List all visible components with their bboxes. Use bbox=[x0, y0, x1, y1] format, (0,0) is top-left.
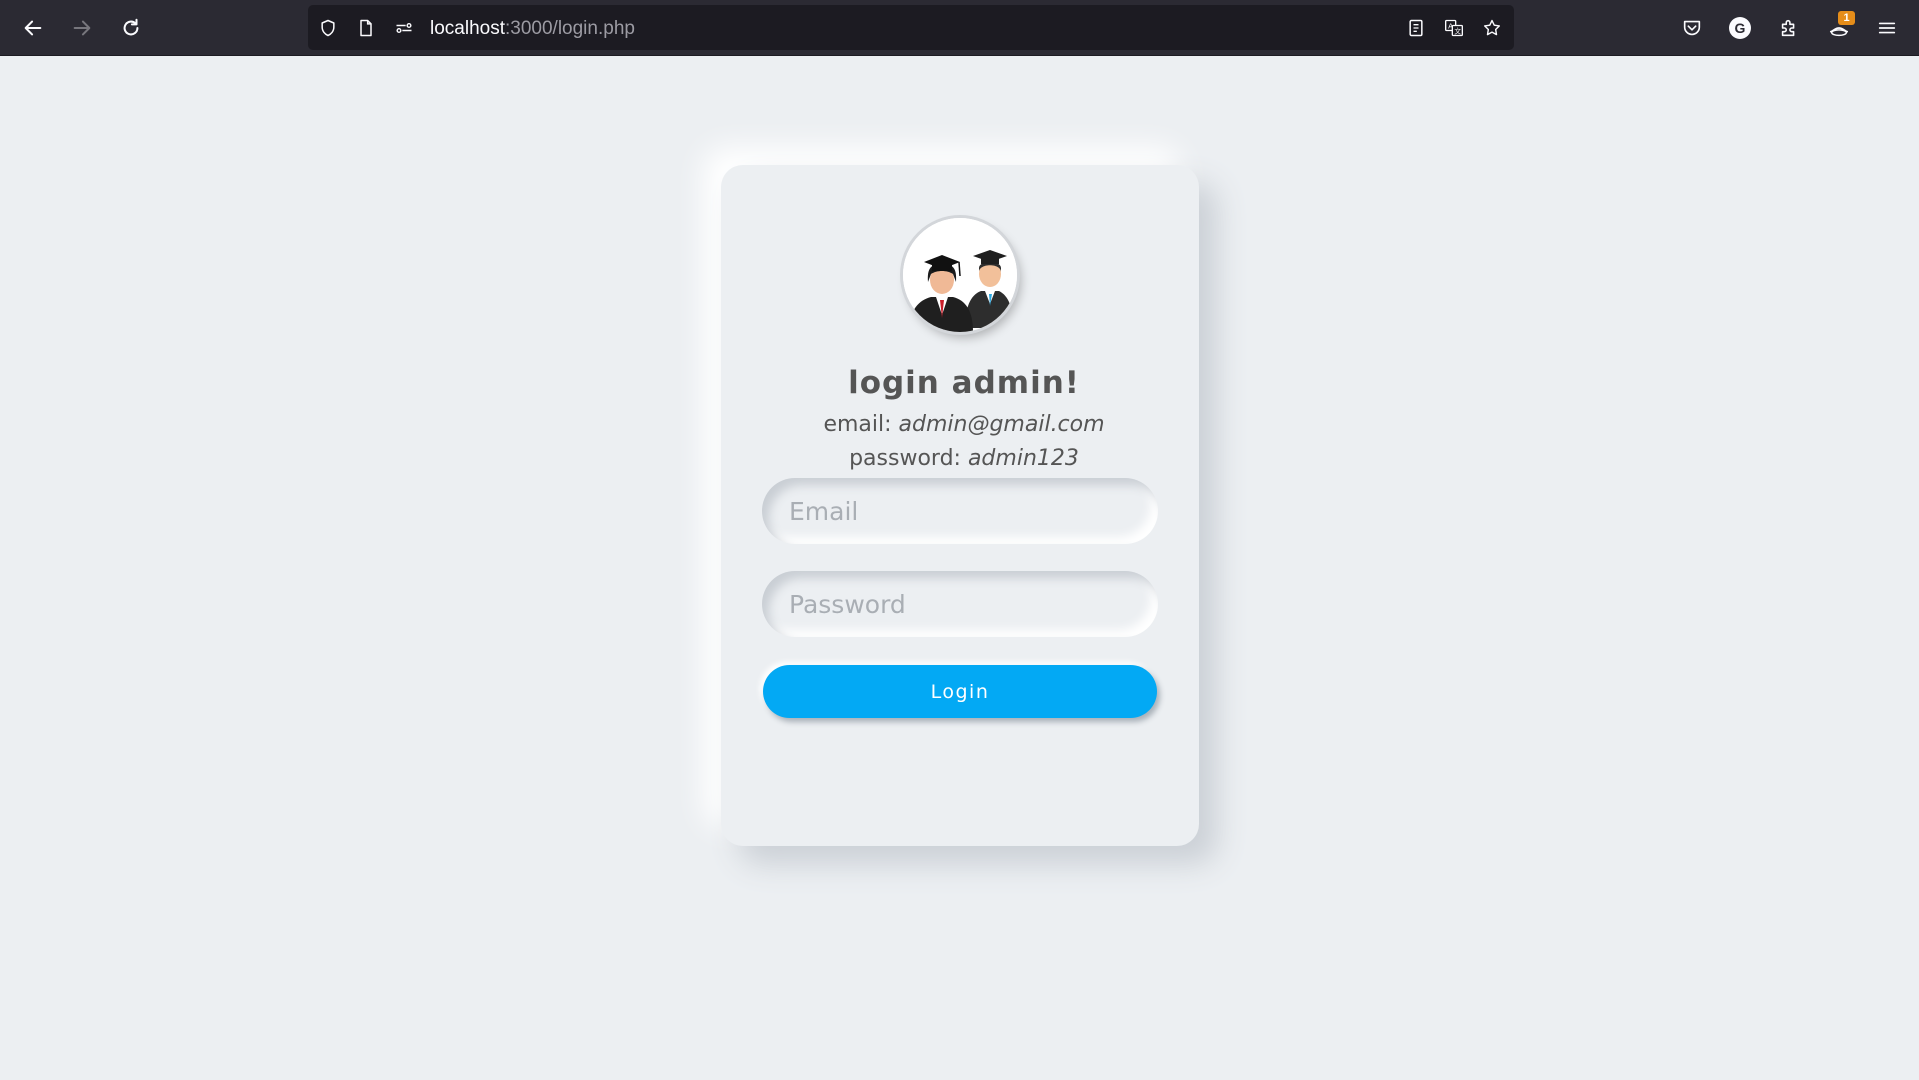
url-path: :3000/login.php bbox=[505, 18, 635, 39]
password-field-wrapper bbox=[762, 571, 1158, 637]
pocket-icon bbox=[1683, 20, 1701, 36]
url-host: localhost bbox=[430, 18, 505, 39]
browser-toolbar: localhost:3000/login.php A文 G 1 bbox=[0, 0, 1919, 56]
demo-password-hint: password: admin123 bbox=[721, 446, 1207, 471]
extension-badge: 1 bbox=[1838, 11, 1855, 25]
permissions-button[interactable] bbox=[392, 16, 416, 40]
reader-view-button[interactable] bbox=[1404, 16, 1428, 40]
app-menu-button[interactable] bbox=[1870, 11, 1904, 45]
star-icon bbox=[1483, 19, 1501, 36]
email-field-wrapper bbox=[762, 478, 1158, 544]
password-field[interactable] bbox=[762, 571, 1158, 637]
page-info-button[interactable] bbox=[354, 16, 378, 40]
extensions-button[interactable] bbox=[1772, 11, 1806, 45]
puzzle-icon bbox=[1781, 19, 1795, 37]
permissions-icon bbox=[396, 22, 412, 34]
demo-email-hint: email: admin@gmail.com bbox=[721, 412, 1207, 437]
arrow-right-icon bbox=[73, 20, 91, 36]
shield-icon bbox=[321, 19, 335, 37]
login-card: login admin! email: admin@gmail.com pass… bbox=[721, 165, 1199, 846]
arrow-left-icon bbox=[24, 20, 42, 36]
graduates-avatar bbox=[903, 218, 1017, 332]
demo-password-value: admin123 bbox=[967, 446, 1079, 471]
reload-button[interactable] bbox=[115, 12, 147, 44]
hamburger-menu-icon bbox=[1878, 22, 1896, 34]
reload-icon bbox=[123, 18, 139, 36]
account-avatar-icon: G bbox=[1729, 17, 1751, 39]
login-title: login admin! bbox=[848, 365, 1080, 401]
page-icon bbox=[360, 19, 372, 37]
extension-button[interactable]: 1 bbox=[1822, 11, 1856, 45]
login-button[interactable]: Login bbox=[763, 665, 1157, 718]
pocket-button[interactable] bbox=[1675, 11, 1709, 45]
tracking-protection-button[interactable] bbox=[316, 16, 340, 40]
url-text[interactable]: localhost:3000/login.php bbox=[430, 18, 635, 40]
back-button[interactable] bbox=[17, 12, 49, 44]
url-bar[interactable]: localhost:3000/login.php A文 bbox=[308, 5, 1514, 50]
bookmark-button[interactable] bbox=[1480, 16, 1504, 40]
demo-password-label: password: bbox=[849, 446, 968, 471]
email-field[interactable] bbox=[762, 478, 1158, 544]
forward-button[interactable] bbox=[66, 12, 98, 44]
reader-view-icon bbox=[1409, 19, 1423, 37]
demo-email-label: email: bbox=[823, 412, 899, 437]
demo-email-value: admin@gmail.com bbox=[898, 412, 1105, 437]
graduates-icon bbox=[903, 218, 1017, 332]
account-button[interactable]: G bbox=[1723, 11, 1757, 45]
translate-button[interactable]: A文 bbox=[1442, 16, 1466, 40]
translate-icon: A文 bbox=[1445, 19, 1463, 37]
svg-text:文: 文 bbox=[1454, 26, 1461, 35]
